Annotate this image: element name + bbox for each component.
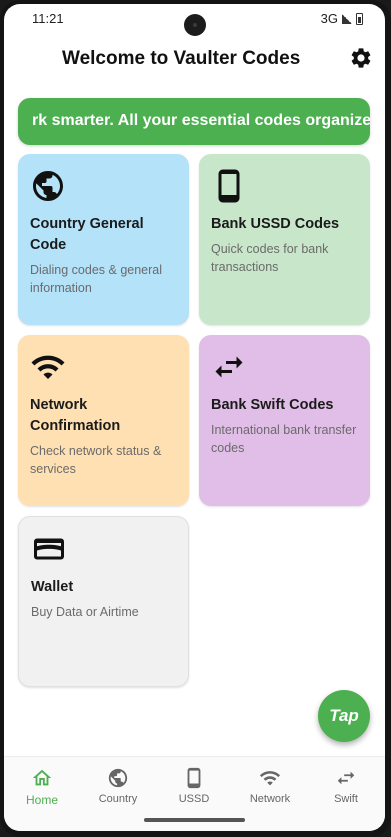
card-title: Wallet [31, 579, 74, 595]
swap-icon [215, 356, 243, 378]
nav-item-home[interactable]: Home [4, 763, 80, 809]
card-description: International bank transfer codes [211, 423, 357, 455]
nav-label: Country [98, 793, 138, 805]
phone-frame: 11:21 3G Welcome to Vaulter Codes rk sma… [0, 0, 391, 837]
nav-item-swift[interactable]: Swift [308, 763, 384, 809]
nav-item-network[interactable]: Network [232, 763, 308, 809]
card-title: Country General Code [30, 216, 144, 253]
card-network-confirmation[interactable]: Network Confirmation Check network statu… [18, 335, 189, 506]
wifi-icon [259, 771, 281, 786]
globe-icon [108, 768, 128, 788]
battery-icon [356, 12, 363, 25]
network-type: 3G [320, 11, 338, 26]
globe-icon [33, 171, 63, 201]
nav-item-country[interactable]: Country [80, 763, 156, 809]
swap-icon [337, 771, 355, 785]
tap-fab-button[interactable]: Tap [318, 690, 370, 742]
phone-icon [218, 169, 240, 203]
card-title: Bank USSD Codes [211, 216, 340, 232]
status-bar: 11:21 3G [4, 4, 385, 36]
wallet-icon [34, 538, 64, 560]
nav-label: Network [249, 793, 291, 805]
card-country-general-code[interactable]: Country General Code Dialing codes & gen… [18, 154, 189, 325]
nav-label: USSD [178, 793, 210, 805]
home-icon [32, 769, 52, 786]
settings-button[interactable] [349, 46, 373, 70]
wifi-icon [31, 355, 65, 379]
card-description: Dialing codes & general information [30, 263, 163, 295]
page-title: Welcome to Vaulter Codes [62, 48, 301, 69]
status-indicators: 3G [321, 11, 363, 26]
card-bank-ussd-codes[interactable]: Bank USSD Codes Quick codes for bank tra… [199, 154, 370, 325]
card-description: Buy Data or Airtime [31, 605, 139, 619]
settings-icon [351, 48, 371, 68]
marquee-banner: rk smarter. All your essential codes org… [18, 98, 370, 145]
card-title: Bank Swift Codes [211, 397, 334, 413]
phone-icon [187, 767, 201, 789]
card-bank-swift-codes[interactable]: Bank Swift Codes International bank tran… [199, 335, 370, 506]
card-wallet[interactable]: Wallet Buy Data or Airtime [18, 516, 189, 687]
marquee-text: rk smarter. All your essential codes org… [32, 112, 370, 129]
card-description: Quick codes for bank transactions [211, 242, 329, 274]
status-time: 11:21 [32, 11, 64, 26]
nav-label: Home [25, 793, 58, 807]
card-title: Network Confirmation [30, 397, 121, 434]
camera-cutout [184, 14, 206, 36]
nav-item-ussd[interactable]: USSD [156, 763, 232, 809]
home-indicator [144, 818, 245, 822]
card-description: Check network status & services [30, 444, 162, 476]
nav-label: Swift [334, 793, 358, 805]
app-screen: 11:21 3G Welcome to Vaulter Codes rk sma… [4, 4, 385, 831]
signal-icon [342, 13, 352, 24]
